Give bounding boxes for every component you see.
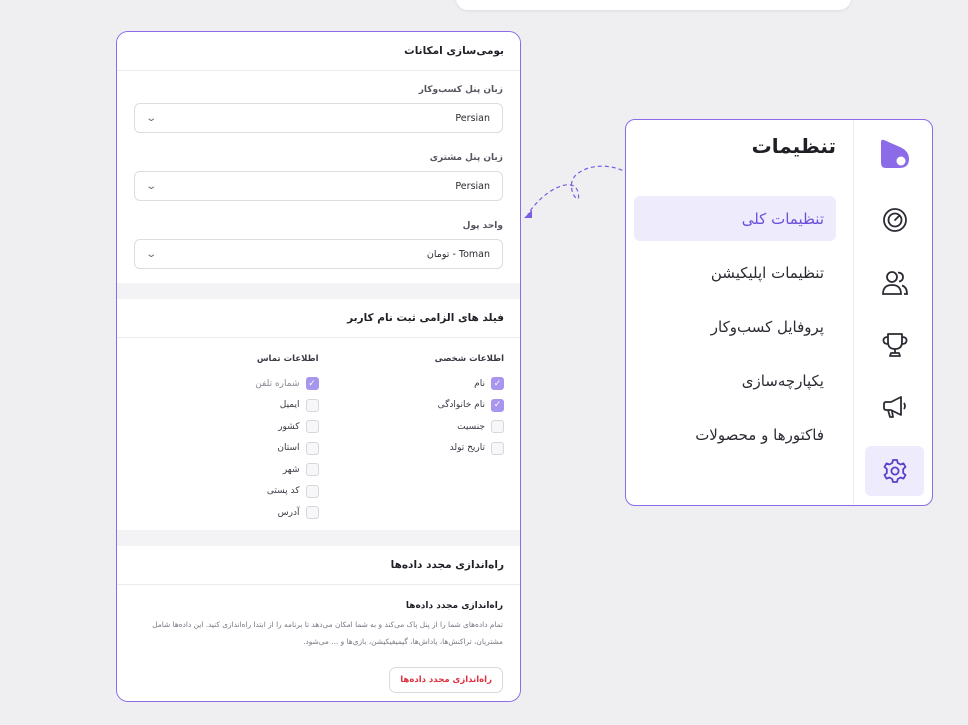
business-panel-language-label: زبان پنل کسب‌وکار (418, 85, 503, 95)
contact-checkbox-row[interactable]: ✓ شماره تلفن (133, 373, 319, 395)
menu-item-2[interactable]: تنظیمات اپلیکیشن (634, 250, 836, 295)
checkbox-checked-icon[interactable]: ✓ (491, 398, 504, 412)
menu-item-3[interactable]: پروفایل کسب‌وکار (634, 304, 836, 349)
checkbox-icon[interactable] (305, 441, 319, 455)
personal-checkbox-row[interactable]: ✓ نام (319, 373, 504, 395)
checkbox-icon[interactable] (305, 506, 319, 520)
chevron-down-icon: ⌄ (145, 248, 158, 260)
trophy-icon[interactable] (865, 320, 924, 370)
reset-data-description: تمام داده‌های شما را از پنل پاک می‌کند و… (152, 620, 503, 646)
checkbox-label: شهر (282, 464, 300, 475)
contact-checkbox-row[interactable]: کد پستی (133, 481, 319, 503)
required-fields-title: فیلد های الزامی ثبت نام کاربر (117, 299, 520, 338)
currency-select[interactable]: Toman - تومان ⌄ (134, 239, 503, 269)
contact-info-title: اطلاعات تماس (256, 354, 319, 364)
menu-item-5[interactable]: فاکتورها و محصولات (634, 412, 836, 457)
reset-data-title: راه‌اندازی مجدد داده‌ها (117, 546, 520, 585)
checkbox-icon[interactable] (305, 484, 319, 498)
checkbox-label: شماره تلفن (255, 378, 300, 389)
icon-rail (853, 120, 932, 505)
personal-info-column: اطلاعات شخصی ✓ نام ✓ نام خانوادگی جنسیت تاریخ… (319, 354, 504, 524)
menu-list: تنظیمات تنظیمات کلی تنظیمات اپلیکیشن پروفا… (626, 120, 853, 505)
chevron-down-icon: ⌄ (145, 180, 158, 192)
chevron-down-icon: ⌄ (145, 112, 158, 124)
settings-menu-panel: تنظیمات تنظیمات کلی تنظیمات اپلیکیشن پروفا… (625, 119, 933, 506)
checkbox-label: جنسیت (457, 421, 485, 432)
dashboard-gauge-icon[interactable] (865, 195, 924, 245)
checkbox-icon[interactable] (491, 441, 504, 455)
checkbox-label: ایمیل (279, 400, 300, 411)
top-search-bar (456, 0, 851, 10)
checkbox-label: تاریخ تولد (449, 443, 485, 454)
personal-checkbox-row[interactable]: ✓ نام خانوادگی (319, 395, 504, 417)
select-value: Toman - تومان (426, 248, 490, 260)
menu-item-1[interactable]: تنظیمات کلی (634, 196, 836, 241)
menu-item-4[interactable]: یکپارچه‌سازی (634, 358, 836, 403)
megaphone-icon[interactable] (865, 382, 924, 432)
checkbox-icon[interactable] (305, 420, 319, 434)
checkbox-label: نام خانوادگی (437, 400, 485, 411)
checkbox-label: کد پستی (266, 486, 300, 497)
currency-label: واحد پول (462, 221, 503, 231)
personal-checkbox-row[interactable]: جنسیت (319, 416, 504, 438)
customer-panel-language-label: زبان پنل مشتری (429, 153, 503, 163)
checkbox-label: کشور (278, 421, 300, 432)
checkbox-label: نام (474, 378, 485, 389)
logo-icon[interactable] (865, 129, 924, 179)
users-icon[interactable] (865, 258, 924, 308)
reset-data-subtitle: راه‌اندازی مجدد داده‌ها (405, 601, 503, 611)
contact-checkbox-row[interactable]: آدرس (133, 502, 319, 524)
checkbox-icon[interactable] (305, 398, 319, 412)
required-fields-card: فیلد های الزامی ثبت نام کاربر اطلاعات شخ… (117, 299, 520, 530)
checkbox-checked-icon[interactable]: ✓ (305, 377, 319, 391)
select-value: Persian (455, 112, 490, 124)
reset-data-button[interactable]: راه‌اندازی مجدد داده‌ها (389, 667, 503, 693)
personal-checkbox-row[interactable]: تاریخ تولد (319, 438, 504, 460)
select-value: Persian (455, 180, 490, 192)
menu-title: تنظیمات (751, 134, 836, 158)
contact-checkbox-row[interactable]: استان (133, 438, 319, 460)
contact-checkbox-row[interactable]: شهر (133, 459, 319, 481)
contact-info-column: اطلاعات تماس ✓ شماره تلفن ایمیل کشور استان شه… (133, 354, 319, 524)
reset-data-card: راه‌اندازی مجدد داده‌ها راه‌اندازی مجدد … (117, 546, 520, 701)
checkbox-checked-icon[interactable]: ✓ (491, 377, 504, 391)
settings-detail-panel: بومی‌سازی امکانات زبان پنل کسب‌وکار Pers… (116, 31, 521, 702)
checkbox-label: استان (277, 443, 300, 454)
contact-checkbox-row[interactable]: کشور (133, 416, 319, 438)
checkbox-label: آدرس (277, 507, 300, 518)
business-panel-language-select[interactable]: Persian ⌄ (134, 103, 503, 133)
localization-title: بومی‌سازی امکانات (117, 32, 520, 71)
checkbox-icon[interactable] (305, 463, 319, 477)
contact-checkbox-row[interactable]: ایمیل (133, 395, 319, 417)
localization-card: بومی‌سازی امکانات زبان پنل کسب‌وکار Pers… (117, 32, 520, 283)
checkbox-icon[interactable] (491, 420, 504, 434)
customer-panel-language-select[interactable]: Persian ⌄ (134, 171, 503, 201)
personal-info-title: اطلاعات شخصی (434, 354, 504, 364)
gear-icon[interactable] (865, 446, 924, 496)
